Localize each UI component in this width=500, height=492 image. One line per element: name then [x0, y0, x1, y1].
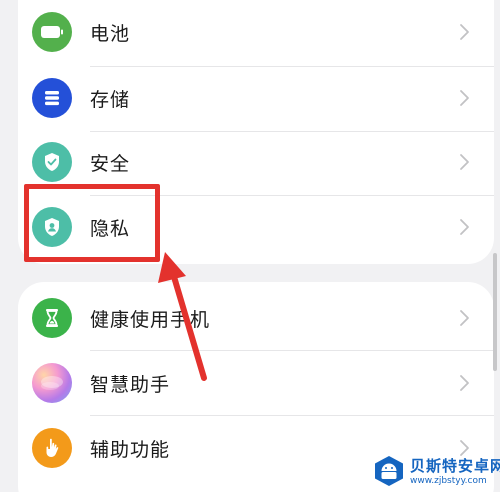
settings-item-label: 辅助功能 — [90, 438, 171, 461]
privacy-icon — [32, 207, 72, 247]
settings-item-security[interactable]: 安全 — [18, 129, 494, 195]
android-logo-icon — [375, 456, 403, 486]
settings-item-label: 智慧助手 — [90, 373, 171, 396]
chevron-right-icon — [460, 219, 469, 235]
storage-icon — [32, 78, 72, 118]
battery-icon — [32, 12, 72, 52]
chevron-right-icon — [460, 375, 469, 391]
accessibility-hand-icon — [32, 428, 72, 468]
settings-item-battery[interactable]: 电池 — [18, 0, 494, 65]
hourglass-icon — [32, 298, 72, 338]
settings-item-label: 存储 — [90, 88, 131, 111]
watermark: 贝斯特安卓网 www.zjbstyy.com — [370, 453, 500, 492]
settings-item-label: 健康使用手机 — [90, 308, 211, 331]
settings-item-label: 电池 — [90, 22, 131, 45]
watermark-title: 贝斯特安卓网 — [410, 457, 500, 475]
settings-item-smart-assistant[interactable]: 智慧助手 — [18, 350, 494, 416]
chevron-right-icon — [460, 24, 469, 40]
settings-item-storage[interactable]: 存储 — [18, 65, 494, 131]
chevron-right-icon — [460, 310, 469, 326]
chevron-right-icon — [460, 154, 469, 170]
settings-item-privacy[interactable]: 隐私 — [18, 194, 494, 260]
settings-item-label: 安全 — [90, 152, 131, 175]
settings-item-label: 隐私 — [90, 217, 131, 240]
chevron-right-icon — [460, 90, 469, 106]
settings-item-digital-balance[interactable]: 健康使用手机 — [18, 285, 494, 351]
settings-group-1: 电池 存储 安全 隐私 — [18, 0, 494, 264]
smart-assistant-icon — [32, 363, 72, 403]
security-shield-icon — [32, 142, 72, 182]
scrollbar[interactable] — [493, 253, 497, 371]
watermark-url: www.zjbstyy.com — [410, 476, 487, 486]
